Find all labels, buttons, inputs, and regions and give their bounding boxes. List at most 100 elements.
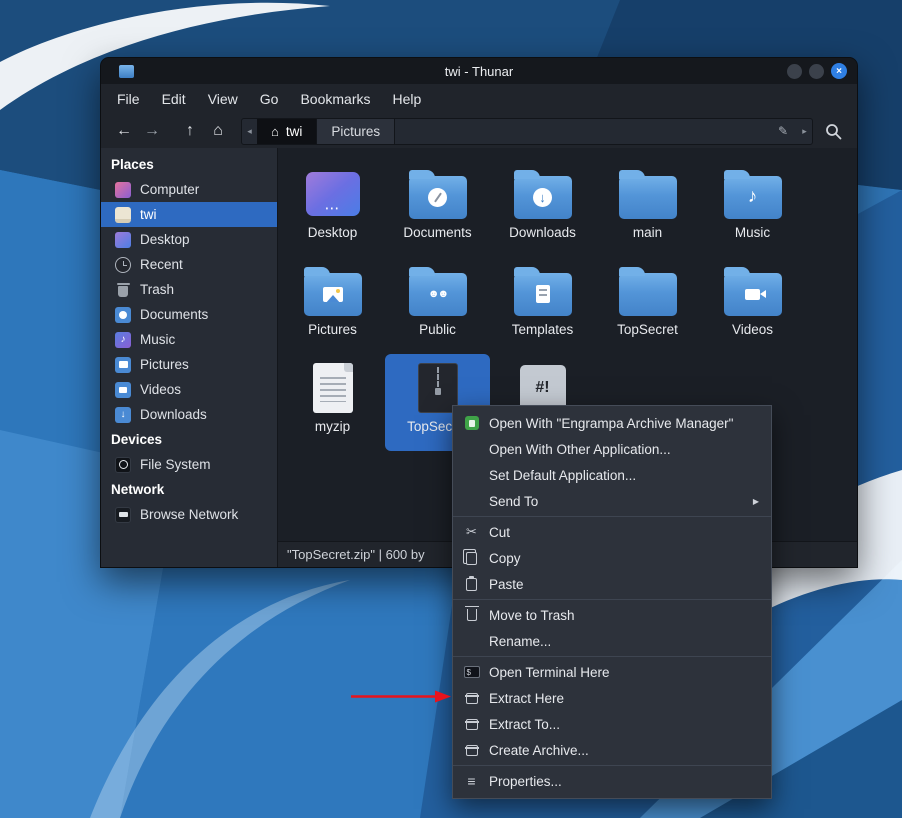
menu-item-open-with-other[interactable]: Open With Other Application... — [453, 436, 771, 462]
maximize-button[interactable] — [809, 64, 824, 79]
drive-icon — [115, 457, 131, 473]
file-desktop[interactable]: ⋯ Desktop — [280, 160, 385, 257]
text-file-icon — [313, 363, 353, 413]
titlebar[interactable]: twi - Thunar × — [101, 58, 857, 84]
sidebar-item-desktop[interactable]: Desktop — [101, 227, 277, 252]
sidebar-item-downloads[interactable]: ↓ Downloads — [101, 402, 277, 427]
menu-item-extract-here[interactable]: Extract Here — [453, 685, 771, 711]
menu-item-create-archive[interactable]: Create Archive... — [453, 737, 771, 763]
folder-icon — [619, 273, 677, 316]
down-arrow-glyph: ↓ — [121, 409, 126, 420]
minimize-button[interactable] — [787, 64, 802, 79]
sidebar-item-pictures[interactable]: Pictures — [101, 352, 277, 377]
menu-item-label: Open Terminal Here — [489, 665, 610, 680]
home-folder-icon — [115, 207, 131, 223]
extract-archive-icon — [463, 690, 480, 707]
sidebar-item-computer[interactable]: Computer — [101, 177, 277, 202]
menu-bookmarks[interactable]: Bookmarks — [290, 88, 380, 110]
breadcrumb-pictures[interactable]: Pictures — [317, 119, 395, 144]
sidebar-item-videos[interactable]: Videos — [101, 377, 277, 402]
menu-item-set-default-application[interactable]: Set Default Application... — [453, 462, 771, 488]
menu-item-label: Paste — [489, 577, 524, 592]
menu-item-copy[interactable]: Copy — [453, 545, 771, 571]
path-input[interactable]: ✎ — [395, 119, 797, 144]
file-label: Documents — [403, 225, 471, 240]
menu-view[interactable]: View — [198, 88, 248, 110]
paste-icon — [463, 576, 480, 593]
trash-icon — [115, 282, 131, 298]
statusbar-text: "TopSecret.zip" | 600 by — [287, 547, 425, 562]
sidebar-item-recent[interactable]: Recent — [101, 252, 277, 277]
menu-item-cut[interactable]: ✂ Cut — [453, 519, 771, 545]
menu-item-open-terminal-here[interactable]: $ Open Terminal Here — [453, 659, 771, 685]
breadcrumb-scroll-left-icon[interactable]: ◂ — [242, 119, 257, 144]
sidebar-item-music[interactable]: ♪ Music — [101, 327, 277, 352]
computer-icon — [115, 182, 131, 198]
file-pictures[interactable]: Pictures — [280, 257, 385, 354]
menu-separator — [453, 599, 771, 600]
music-icon: ♪ — [115, 332, 131, 348]
menu-item-send-to[interactable]: Send To ▶ — [453, 488, 771, 514]
sidebar-item-label: Desktop — [140, 232, 190, 247]
sidebar-item-twi[interactable]: twi — [101, 202, 277, 227]
file-topsecret-folder[interactable]: TopSecret — [595, 257, 700, 354]
file-label: Music — [735, 225, 770, 240]
down-arrow-glyph: ↓ — [539, 190, 546, 205]
sidebar-item-file-system[interactable]: File System — [101, 452, 277, 477]
file-row: Pictures ☻☻ Public Templates TopSecr — [280, 257, 857, 354]
menu-help[interactable]: Help — [383, 88, 432, 110]
submenu-arrow-icon: ▶ — [753, 497, 759, 506]
menu-item-rename[interactable]: Rename... — [453, 628, 771, 654]
sidebar-item-label: Downloads — [140, 407, 207, 422]
menu-item-label: Open With Other Application... — [489, 442, 671, 457]
context-menu: Open With "Engrampa Archive Manager" Ope… — [452, 405, 772, 799]
sidebar-item-trash[interactable]: Trash — [101, 277, 277, 302]
breadcrumb-scroll-right-icon[interactable]: ▸ — [797, 119, 812, 144]
file-public[interactable]: ☻☻ Public — [385, 257, 490, 354]
empty-icon-slot — [463, 493, 480, 510]
downloads-folder-icon: ↓ — [514, 176, 572, 219]
menu-item-label: Cut — [489, 525, 510, 540]
menu-item-move-to-trash[interactable]: Move to Trash — [453, 602, 771, 628]
close-button[interactable]: × — [831, 63, 847, 79]
sidebar-item-label: twi — [140, 207, 157, 222]
breadcrumb-twi[interactable]: ⌂ twi — [257, 119, 317, 144]
file-myzip[interactable]: myzip — [280, 354, 385, 451]
file-label: Templates — [512, 322, 574, 337]
back-button[interactable]: ← — [111, 118, 137, 144]
up-button[interactable]: ↑ — [177, 118, 203, 144]
file-downloads[interactable]: ↓ Downloads — [490, 160, 595, 257]
empty-icon-slot — [463, 467, 480, 484]
menu-file[interactable]: File — [107, 88, 150, 110]
create-archive-icon — [463, 742, 480, 759]
file-label: TopSecret — [617, 322, 678, 337]
engrampa-icon — [463, 415, 480, 432]
sidebar-section-places: Places — [101, 152, 277, 177]
recent-clock-icon — [115, 257, 131, 273]
window-title: twi - Thunar — [101, 64, 857, 79]
templates-folder-icon — [514, 273, 572, 316]
file-videos[interactable]: Videos — [700, 257, 805, 354]
file-label: Public — [419, 322, 456, 337]
menu-item-properties[interactable]: ≡ Properties... — [453, 768, 771, 794]
menu-item-paste[interactable]: Paste — [453, 571, 771, 597]
file-music[interactable]: ♪ Music — [700, 160, 805, 257]
menu-edit[interactable]: Edit — [152, 88, 196, 110]
edit-path-icon[interactable]: ✎ — [778, 124, 788, 138]
menu-item-open-with-engrampa[interactable]: Open With "Engrampa Archive Manager" — [453, 410, 771, 436]
menu-separator — [453, 516, 771, 517]
menu-go[interactable]: Go — [250, 88, 289, 110]
sidebar-item-browse-network[interactable]: Browse Network — [101, 502, 277, 527]
menu-item-extract-to[interactable]: Extract To... — [453, 711, 771, 737]
file-documents[interactable]: Documents — [385, 160, 490, 257]
forward-button[interactable]: → — [139, 118, 165, 144]
file-templates[interactable]: Templates — [490, 257, 595, 354]
file-label: Desktop — [308, 225, 358, 240]
home-button[interactable]: ⌂ — [205, 118, 231, 144]
sidebar: Places Computer twi Desktop Recent — [101, 148, 278, 567]
file-main[interactable]: main — [595, 160, 700, 257]
desktop-folder-icon: ⋯ — [306, 172, 360, 216]
sidebar-item-documents[interactable]: Documents — [101, 302, 277, 327]
home-icon: ⌂ — [271, 124, 279, 139]
search-button[interactable] — [819, 118, 847, 144]
